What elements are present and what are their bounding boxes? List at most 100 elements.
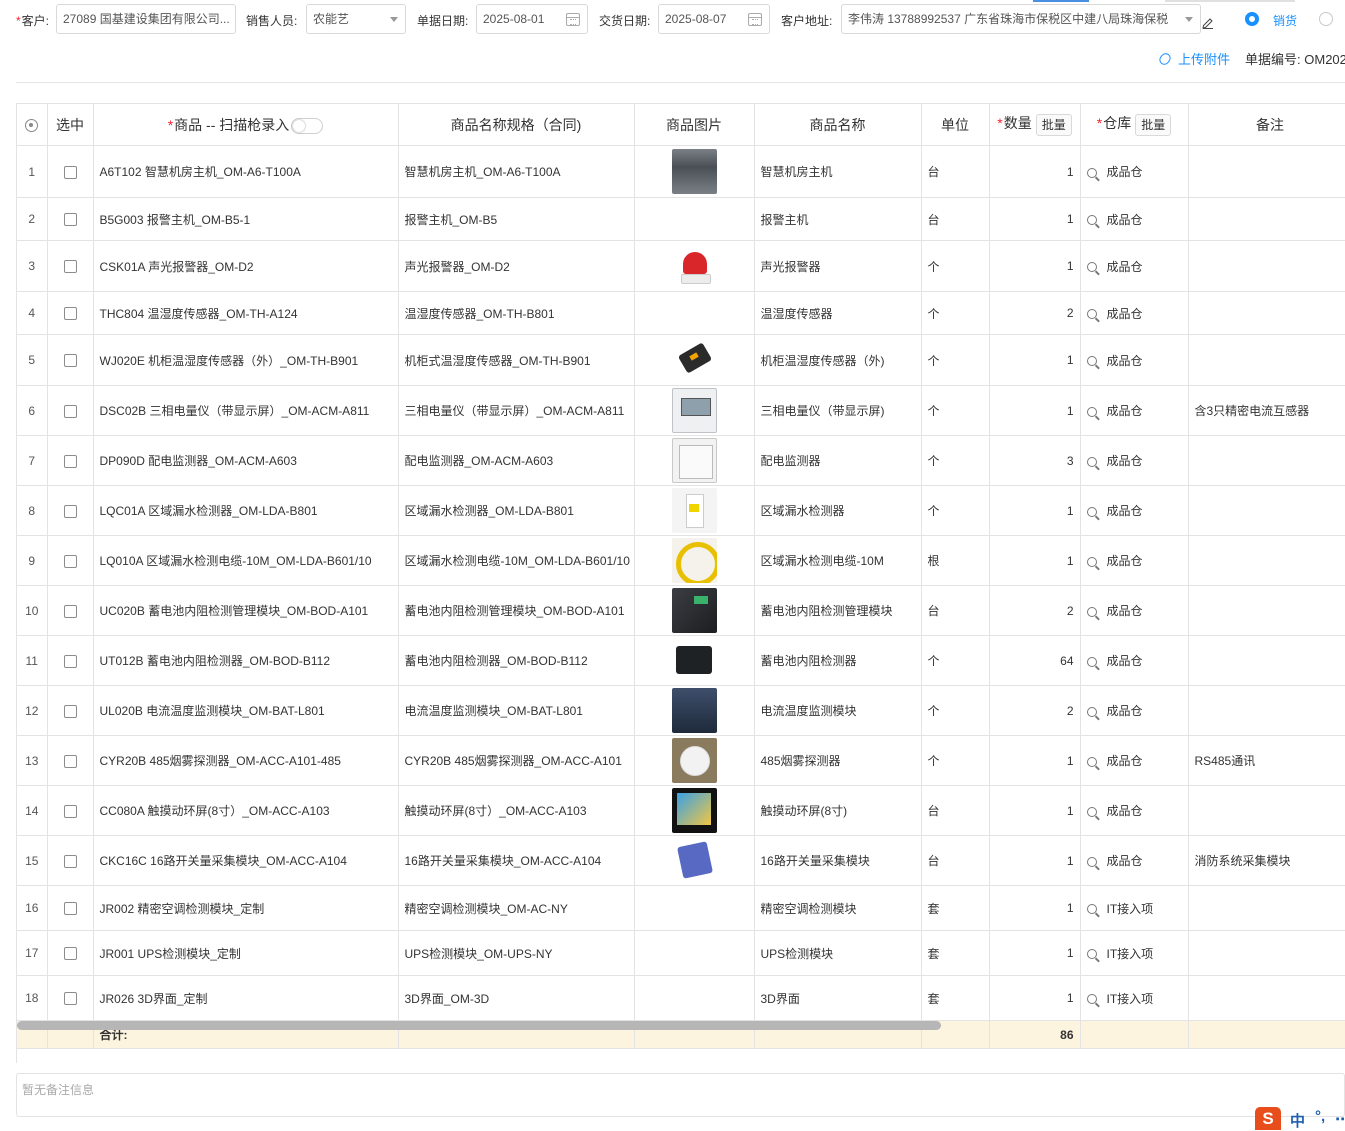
product-thumbnail[interactable] [671, 788, 717, 833]
delivery-date-picker[interactable]: 2025-08-07 [658, 4, 770, 34]
row-checkbox[interactable] [63, 604, 77, 618]
order-date-picker[interactable]: 2025-08-01 [476, 4, 588, 34]
product-cell[interactable]: A6T102 智慧机房主机_OM-A6-T100A [93, 145, 399, 198]
product-cell[interactable]: JR001 UPS检测模块_定制 [93, 930, 399, 976]
remark-cell[interactable] [1188, 885, 1345, 931]
row-checkbox[interactable] [63, 902, 77, 916]
search-icon[interactable] [1086, 606, 1097, 617]
remarks-textarea[interactable]: 暂无备注信息 [16, 1073, 1345, 1117]
warehouse-cell[interactable]: IT接入项 [1080, 885, 1189, 931]
ime-mode-toggle[interactable]: 中 [1290, 1110, 1305, 1131]
remark-cell[interactable] [1188, 435, 1345, 486]
qty-cell[interactable]: 1 [989, 735, 1081, 786]
product-thumbnail[interactable] [671, 538, 717, 583]
row-checkbox[interactable] [63, 354, 77, 368]
qty-cell[interactable]: 1 [989, 385, 1081, 436]
row-checkbox[interactable] [63, 213, 77, 227]
product-thumbnail[interactable] [671, 388, 717, 433]
row-checkbox[interactable] [63, 554, 77, 568]
batch-qty-button[interactable]: 批量 [1035, 113, 1072, 136]
product-cell[interactable]: THC804 温湿度传感器_OM-TH-A124 [93, 291, 399, 335]
search-icon[interactable] [1086, 406, 1097, 417]
remark-cell[interactable] [1188, 485, 1345, 536]
row-checkbox[interactable] [63, 704, 77, 718]
product-thumbnail[interactable] [671, 337, 717, 383]
warehouse-cell[interactable]: 成品仓 [1080, 485, 1189, 536]
warehouse-cell[interactable]: 成品仓 [1080, 145, 1189, 198]
search-icon[interactable] [1086, 656, 1097, 667]
sogou-logo-icon[interactable]: S [1255, 1107, 1281, 1130]
remark-cell[interactable] [1188, 535, 1345, 586]
warehouse-cell[interactable]: IT接入项 [1080, 975, 1189, 1021]
row-checkbox[interactable] [63, 165, 77, 179]
remark-cell[interactable]: 消防系统采集模块 [1188, 835, 1345, 886]
qty-cell[interactable]: 1 [989, 240, 1081, 292]
qty-cell[interactable]: 3 [989, 435, 1081, 486]
qty-cell[interactable]: 1 [989, 975, 1081, 1021]
product-cell[interactable]: UC020B 蓄电池内阻检测管理模块_OM-BOD-A101 [93, 585, 399, 636]
warehouse-cell[interactable]: 成品仓 [1080, 635, 1189, 686]
warehouse-cell[interactable]: IT接入项 [1080, 930, 1189, 976]
product-thumbnail[interactable] [671, 488, 717, 533]
warehouse-cell[interactable]: 成品仓 [1080, 735, 1189, 786]
product-thumbnail[interactable] [671, 149, 717, 194]
ime-punct-toggle[interactable]: °, [1315, 1108, 1325, 1125]
row-checkbox[interactable] [63, 992, 77, 1006]
remark-cell[interactable] [1188, 930, 1345, 976]
product-cell[interactable]: LQC01A 区域漏水检测器_OM-LDA-B801 [93, 485, 399, 536]
warehouse-cell[interactable]: 成品仓 [1080, 240, 1189, 292]
scanner-input-toggle[interactable] [291, 117, 324, 134]
product-cell[interactable]: DP090D 配电监测器_OM-ACM-A603 [93, 435, 399, 486]
remark-cell[interactable] [1188, 585, 1345, 636]
product-thumbnail[interactable] [671, 738, 717, 783]
remark-cell[interactable] [1188, 334, 1345, 386]
remark-cell[interactable] [1188, 785, 1345, 836]
product-cell[interactable]: B5G003 报警主机_OM-B5-1 [93, 197, 399, 241]
product-cell[interactable]: UL020B 电流温度监测模块_OM-BAT-L801 [93, 685, 399, 736]
product-cell[interactable]: JR002 精密空调检测模块_定制 [93, 885, 399, 931]
ime-more-icon[interactable]: ⋯ [1335, 1110, 1345, 1128]
search-icon[interactable] [1086, 506, 1097, 517]
warehouse-cell[interactable]: 成品仓 [1080, 334, 1189, 386]
search-icon[interactable] [1086, 706, 1097, 717]
qty-cell[interactable]: 2 [989, 685, 1081, 736]
remark-cell[interactable] [1188, 240, 1345, 292]
warehouse-cell[interactable]: 成品仓 [1080, 785, 1189, 836]
qty-cell[interactable]: 1 [989, 334, 1081, 386]
row-checkbox[interactable] [63, 854, 77, 868]
search-icon[interactable] [1086, 456, 1097, 467]
search-icon[interactable] [1086, 806, 1097, 817]
qty-cell[interactable]: 1 [989, 930, 1081, 976]
qty-cell[interactable]: 1 [989, 485, 1081, 536]
product-cell[interactable]: DSC02B 三相电量仪（带显示屏）_OM-ACM-A811 [93, 385, 399, 436]
row-checkbox[interactable] [63, 754, 77, 768]
product-cell[interactable]: LQ010A 区域漏水检测电缆-10M_OM-LDA-B601/10 [93, 535, 399, 586]
search-icon[interactable] [1086, 994, 1097, 1005]
type-radio-sale-label[interactable]: 销货 [1273, 12, 1297, 29]
remark-cell[interactable]: RS485通讯 [1188, 735, 1345, 786]
type-radio-sale[interactable] [1245, 12, 1259, 26]
qty-cell[interactable]: 1 [989, 785, 1081, 836]
product-cell[interactable]: CKC16C 16路开关量采集模块_OM-ACC-A104 [93, 835, 399, 886]
upload-attachment-link[interactable]: 上传附件 [1157, 49, 1230, 68]
search-icon[interactable] [1086, 167, 1097, 178]
row-checkbox[interactable] [63, 947, 77, 961]
remark-cell[interactable] [1188, 685, 1345, 736]
product-cell[interactable]: CYR20B 485烟雾探测器_OM-ACC-A101-485 [93, 735, 399, 786]
product-cell[interactable]: CC080A 触摸动环屏(8寸）_OM-ACC-A103 [93, 785, 399, 836]
product-cell[interactable]: UT012B 蓄电池内阻检测器_OM-BOD-B112 [93, 635, 399, 686]
product-cell[interactable]: CSK01A 声光报警器_OM-D2 [93, 240, 399, 292]
warehouse-cell[interactable]: 成品仓 [1080, 291, 1189, 335]
column-settings-button[interactable] [17, 103, 48, 146]
remark-cell[interactable]: 含3只精密电流互感器 [1188, 385, 1345, 436]
warehouse-cell[interactable]: 成品仓 [1080, 535, 1189, 586]
product-thumbnail[interactable] [671, 688, 717, 733]
product-thumbnail[interactable] [671, 438, 717, 483]
qty-cell[interactable]: 1 [989, 145, 1081, 198]
product-thumbnail[interactable] [671, 838, 717, 883]
address-select[interactable]: 李伟涛 13788992537 广东省珠海市保税区中建八局珠海保税 [841, 4, 1201, 34]
qty-cell[interactable]: 1 [989, 197, 1081, 241]
warehouse-cell[interactable]: 成品仓 [1080, 385, 1189, 436]
remark-cell[interactable] [1188, 975, 1345, 1021]
search-icon[interactable] [1086, 356, 1097, 367]
